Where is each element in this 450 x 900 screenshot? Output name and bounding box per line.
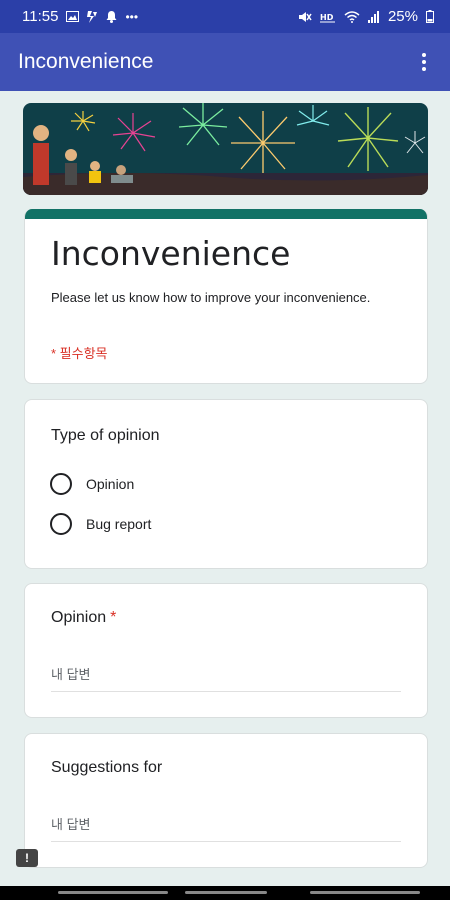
radio-label: Bug report bbox=[86, 516, 152, 532]
form-header-card: Inconvenience Please let us know how to … bbox=[24, 209, 428, 384]
question-title: Opinion * bbox=[51, 609, 116, 627]
app-title: Inconvenience bbox=[18, 50, 154, 73]
fireworks-banner bbox=[23, 103, 428, 195]
battery-icon bbox=[426, 10, 434, 23]
more-options-icon[interactable] bbox=[412, 47, 436, 77]
svg-text:HD: HD bbox=[320, 13, 334, 22]
suggestions-answer-input[interactable]: 내 답변 bbox=[51, 814, 401, 842]
form-description: Please let us know how to improve your i… bbox=[51, 290, 371, 305]
radio-option-opinion[interactable]: Opinion bbox=[50, 473, 134, 495]
mute-icon bbox=[298, 11, 312, 22]
opinion-card: Opinion * 내 답변 bbox=[24, 583, 428, 718]
nav-back[interactable] bbox=[310, 891, 420, 894]
image-icon bbox=[66, 11, 80, 22]
required-star: * bbox=[110, 609, 117, 626]
form-content[interactable]: Inconvenience Please let us know how to … bbox=[0, 91, 450, 886]
app-bar: Inconvenience bbox=[0, 33, 450, 91]
notification-icon bbox=[106, 10, 117, 23]
question-title: Type of opinion bbox=[51, 427, 160, 444]
form-title: Inconvenience bbox=[51, 234, 291, 273]
feedback-icon[interactable]: ! bbox=[16, 849, 38, 867]
navigation-bar bbox=[0, 886, 450, 900]
question-title-text: Opinion bbox=[51, 609, 107, 626]
question-title: Suggestions for bbox=[51, 759, 163, 776]
status-time: 11:55 bbox=[22, 8, 59, 25]
required-note: * 필수항목 bbox=[51, 346, 108, 361]
battery-percent: 25% bbox=[387, 8, 418, 25]
nav-home[interactable] bbox=[185, 891, 267, 894]
flash-icon bbox=[87, 10, 98, 23]
suggestions-card: Suggestions for 내 답변 bbox=[24, 733, 428, 868]
more-icon: ••• bbox=[125, 9, 139, 24]
type-of-opinion-card: Type of opinion Opinion Bug report bbox=[24, 399, 428, 569]
radio-option-bug-report[interactable]: Bug report bbox=[50, 513, 151, 535]
signal-icon bbox=[367, 10, 379, 23]
nav-recents[interactable] bbox=[58, 891, 168, 894]
wifi-icon bbox=[344, 10, 360, 23]
status-bar: 11:55 ••• HD 25% bbox=[0, 0, 450, 33]
opinion-answer-input[interactable]: 내 답변 bbox=[51, 664, 401, 692]
accent-bar bbox=[25, 209, 427, 219]
radio-button[interactable] bbox=[50, 513, 72, 535]
radio-button[interactable] bbox=[50, 473, 72, 495]
hd-icon: HD bbox=[319, 13, 335, 22]
radio-label: Opinion bbox=[86, 476, 135, 492]
